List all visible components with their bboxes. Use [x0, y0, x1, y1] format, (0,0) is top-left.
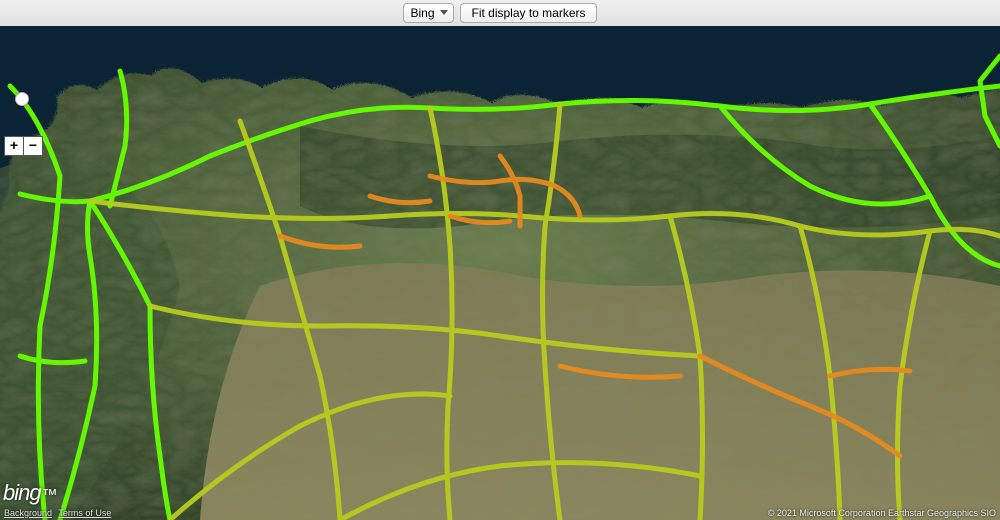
- satellite-basemap: [0, 26, 1000, 520]
- bing-logo: bing™: [3, 480, 56, 506]
- fit-display-button[interactable]: Fit display to markers: [460, 3, 596, 23]
- terms-link[interactable]: Terms of Use: [58, 508, 111, 518]
- zoom-out-button[interactable]: −: [23, 136, 43, 156]
- zoom-in-button[interactable]: +: [4, 136, 23, 156]
- map-viewport[interactable]: + − bing™ Background Terms of Use © 2021…: [0, 26, 1000, 520]
- footer-links: Background Terms of Use: [4, 508, 115, 518]
- basemap-provider-select[interactable]: Bing: [403, 3, 454, 23]
- zoom-control: + −: [4, 136, 43, 156]
- copyright-text: © 2021 Microsoft Corporation Earthstar G…: [768, 508, 996, 518]
- background-link[interactable]: Background: [4, 508, 52, 518]
- location-marker[interactable]: [15, 92, 29, 106]
- toolbar: Bing Fit display to markers: [0, 0, 1000, 27]
